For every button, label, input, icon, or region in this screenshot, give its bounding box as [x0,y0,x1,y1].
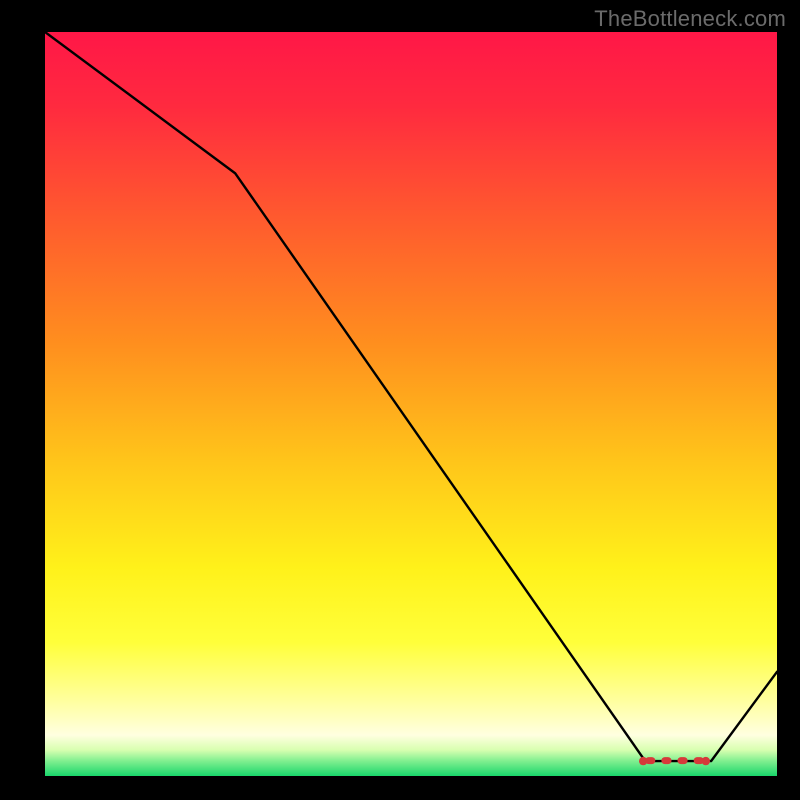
gradient-background [45,32,777,776]
trough-dash [661,757,671,764]
chart-frame: TheBottleneck.com [0,0,800,800]
plot-area [45,32,777,776]
trough-dot [702,757,710,765]
trough-dash [678,757,688,764]
trough-dot [639,757,647,765]
chart-svg [45,32,777,776]
watermark-label: TheBottleneck.com [594,6,786,32]
